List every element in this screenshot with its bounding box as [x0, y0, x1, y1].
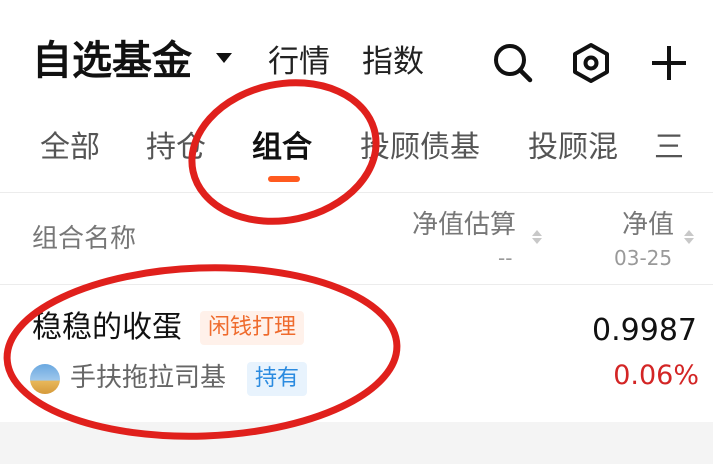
nav-market[interactable]: 行情 [268, 44, 330, 80]
tab-advisor-mixed[interactable]: 投顾混 [528, 130, 618, 166]
tab-advisor-bond[interactable]: 投顾债基 [360, 130, 480, 166]
holding-badge: 持有 [247, 362, 308, 396]
nav-change: 0.06% [613, 360, 699, 391]
sort-icon[interactable] [532, 230, 542, 244]
annotation-circle-row [3, 264, 401, 440]
divider [0, 192, 713, 193]
sort-icon[interactable] [684, 230, 694, 244]
search-icon[interactable] [488, 38, 538, 88]
page-title[interactable]: 自选基金 [32, 38, 192, 84]
tab-more[interactable]: 三 [654, 130, 684, 166]
column-estimate-header[interactable]: 净值估算 [412, 210, 516, 240]
column-nav-header[interactable]: 净值 [622, 210, 674, 240]
column-estimate-sub: -- [498, 246, 513, 270]
list-footer [0, 422, 713, 464]
portfolio-name[interactable]: 稳稳的收蛋 [32, 310, 182, 346]
divider [0, 284, 713, 285]
avatar [30, 364, 60, 394]
nav-index[interactable]: 指数 [362, 44, 424, 80]
column-nav-date: 03-25 [614, 246, 673, 270]
settings-hex-icon[interactable] [566, 38, 616, 88]
tab-all[interactable]: 全部 [40, 130, 100, 166]
nav-value: 0.9987 [592, 313, 697, 348]
caret-down-icon[interactable] [216, 53, 232, 63]
plus-icon[interactable] [644, 38, 694, 88]
tab-holdings[interactable]: 持仓 [146, 130, 206, 166]
tab-portfolio[interactable]: 组合 [252, 130, 312, 166]
column-name-header: 组合名称 [32, 224, 137, 254]
portfolio-tag: 闲钱打理 [200, 311, 305, 345]
portfolio-owner[interactable]: 手扶拖拉司基 [70, 362, 226, 394]
active-tab-indicator [268, 176, 300, 182]
